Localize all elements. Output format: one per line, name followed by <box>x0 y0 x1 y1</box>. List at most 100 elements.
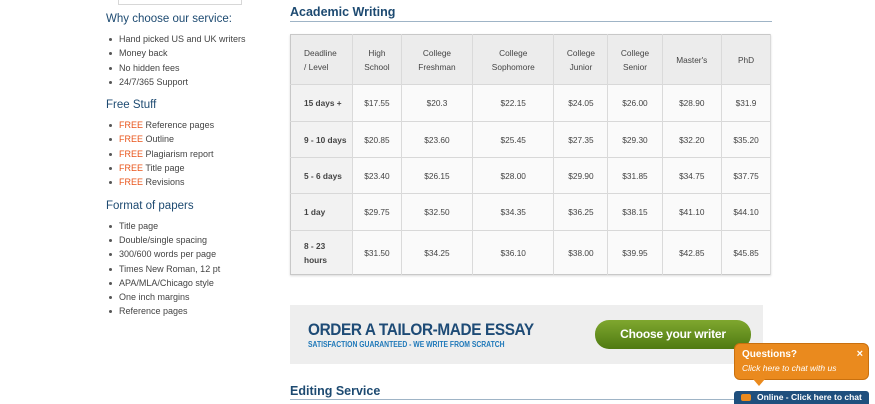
header-line: / Level <box>304 61 329 72</box>
academic-writing-title: Academic Writing <box>290 4 772 22</box>
price-cell: $45.85 <box>721 230 771 275</box>
list-item: Money back <box>106 46 276 60</box>
main-content: Academic Writing <box>290 4 772 22</box>
price-cell: $36.25 <box>553 193 609 231</box>
price-cell: $36.10 <box>472 230 555 275</box>
price-cell: $27.35 <box>553 121 609 158</box>
list-item: FREE Revisions <box>106 175 276 189</box>
header-line: College <box>620 47 650 58</box>
banner-subtitle: SATISFACTION GUARANTEED - WE WRITE FROM … <box>308 340 505 349</box>
price-cell: $22.15 <box>472 84 555 122</box>
chat-invite-bubble[interactable]: Questions? Click here to chat with us × <box>734 343 869 386</box>
order-banner[interactable]: ORDER A TAILOR-MADE ESSAY SATISFACTION G… <box>290 305 763 364</box>
header-line: Junior <box>569 61 593 72</box>
header-line: College <box>499 47 528 58</box>
price-cell: $37.75 <box>721 157 771 194</box>
price-cell: $32.50 <box>401 193 474 231</box>
header-line: Deadline <box>304 47 337 58</box>
table-row: 8 - 23 hours $31.50 $34.25 $36.10 $38.00 $39.9… <box>290 230 771 275</box>
price-cell: $41.10 <box>662 193 723 231</box>
why-choose-heading: Why choose our service: <box>106 13 232 25</box>
deadline-line: 8 - 23 <box>304 240 326 251</box>
close-icon[interactable]: × <box>857 348 863 360</box>
table-row: 9 - 10 days $20.85 $23.60 $25.45 $27.35 $29.3… <box>290 121 771 158</box>
deadline-cell: 15 days + <box>290 84 353 122</box>
level-header: College Sophomore <box>472 34 555 85</box>
price-cell: $28.90 <box>662 84 723 122</box>
price-cell: $32.20 <box>662 121 723 158</box>
level-header: College Senior <box>607 34 663 85</box>
price-cell: $29.90 <box>553 157 609 194</box>
price-cell: $26.15 <box>401 157 474 194</box>
free-stuff-list: FREE Reference pages FREE Outline FREE P… <box>106 118 276 189</box>
deadline-cell: 8 - 23 hours <box>290 230 353 275</box>
deadline-cell: 1 day <box>290 193 353 231</box>
free-stuff-heading: Free Stuff <box>106 99 157 112</box>
table-row: 1 day $29.75 $32.50 $34.35 $36.25 $38.15 $41.1… <box>290 193 771 231</box>
price-cell: $31.85 <box>607 157 663 194</box>
list-item: APA/MLA/Chicago style <box>106 276 276 290</box>
list-item: 24/7/365 Support <box>106 75 276 89</box>
price-cell: $26.00 <box>607 84 663 122</box>
level-header: College Freshman <box>401 34 474 85</box>
list-item: 300/600 words per page <box>106 247 276 261</box>
free-label: FREE <box>119 134 144 145</box>
level-header: Master's <box>662 34 723 85</box>
free-label: FREE <box>119 148 144 159</box>
header-line: Freshman <box>418 61 456 72</box>
deadline-cell: 9 - 10 days <box>290 121 353 158</box>
deadline-cell: 5 - 6 days <box>290 157 353 194</box>
free-item-text: Title page <box>145 163 185 174</box>
list-item: FREE Plagiarism report <box>106 147 276 161</box>
chat-question: Questions? <box>742 349 798 360</box>
price-cell: $38.00 <box>553 230 609 275</box>
editing-service-title: Editing Service <box>290 383 772 400</box>
free-item-text: Revisions <box>145 177 185 188</box>
chat-subtitle: Click here to chat with us <box>742 363 837 373</box>
choose-writer-button[interactable]: Choose your writer <box>595 320 751 349</box>
format-list: Title page Double/single spacing 300/600… <box>106 219 276 319</box>
list-item: FREE Reference pages <box>106 118 276 132</box>
price-cell: $28.00 <box>472 157 555 194</box>
price-cell: $24.05 <box>553 84 609 122</box>
price-cell: $31.50 <box>352 230 402 275</box>
sidebar-top-box <box>118 0 242 5</box>
header-line: Senior <box>623 61 647 72</box>
list-item: Hand picked US and UK writers <box>106 32 276 46</box>
header-line: School <box>364 61 390 72</box>
list-item: FREE Outline <box>106 132 276 146</box>
format-heading: Format of papers <box>106 199 194 212</box>
price-cell: $29.75 <box>352 193 402 231</box>
price-cell: $38.15 <box>607 193 663 231</box>
list-item: Double/single spacing <box>106 233 276 247</box>
deadline-line: 9 - 10 days <box>304 134 347 145</box>
deadline-line: hours <box>304 254 328 265</box>
sidebar: Why choose our service: Hand picked US a… <box>106 12 276 328</box>
price-cell: $31.9 <box>721 84 771 122</box>
price-cell: $34.35 <box>472 193 555 231</box>
free-label: FREE <box>119 177 144 188</box>
price-cell: $35.20 <box>721 121 771 158</box>
list-item: FREE Title page <box>106 161 276 175</box>
chat-online-label: Online - Click here to chat <box>757 392 862 402</box>
price-cell: $23.40 <box>352 157 402 194</box>
deadline-level-header: Deadline / Level <box>290 34 353 85</box>
list-item: One inch margins <box>106 290 276 304</box>
price-cell: $39.95 <box>607 230 663 275</box>
price-cell: $42.85 <box>662 230 723 275</box>
level-header: College Junior <box>553 34 609 85</box>
free-label: FREE <box>119 163 144 174</box>
free-label: FREE <box>119 120 144 131</box>
level-header: PhD <box>721 34 771 85</box>
chat-online-bar[interactable]: Online - Click here to chat <box>734 391 869 404</box>
price-cell: $29.30 <box>607 121 663 158</box>
deadline-line: 5 - 6 days <box>304 170 342 181</box>
chat-bubble-icon <box>741 394 751 401</box>
price-cell: $17.55 <box>352 84 402 122</box>
header-line: College <box>566 47 596 58</box>
list-item: Title page <box>106 219 276 233</box>
header-line: High <box>368 47 386 58</box>
price-table: Deadline / Level High School College Freshman… <box>290 34 771 275</box>
header-line: College <box>422 47 452 58</box>
price-table-header-row: Deadline / Level High School College Freshman… <box>290 34 771 85</box>
